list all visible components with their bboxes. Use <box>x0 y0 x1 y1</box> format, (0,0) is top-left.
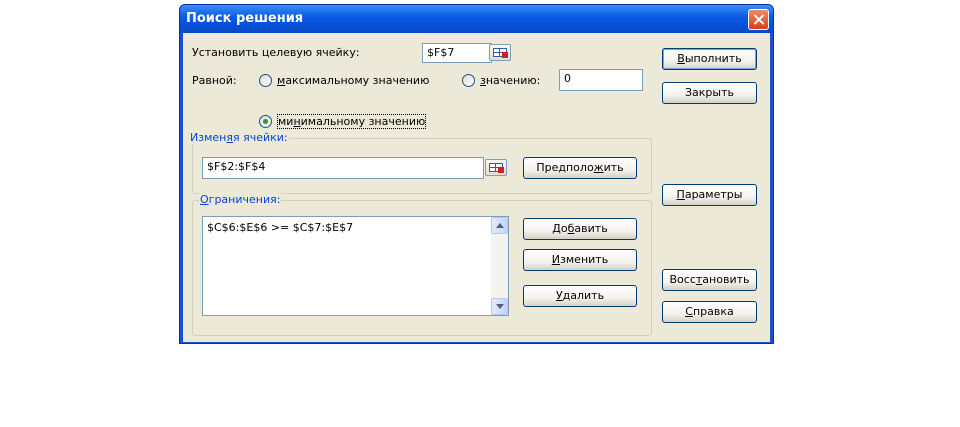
window-title: Поиск решения <box>186 11 304 26</box>
help-button[interactable]: Справка <box>662 301 757 323</box>
changing-cells-legend: Изменяя ячейки: <box>189 131 289 144</box>
scroll-down-icon[interactable] <box>491 298 508 315</box>
radio-max-label[interactable]: максимальному значению <box>277 74 429 87</box>
target-cell-collapse-icon[interactable] <box>489 44 511 61</box>
close-icon[interactable] <box>748 9 769 30</box>
reset-button[interactable]: Восстановить <box>662 269 757 291</box>
run-button[interactable]: Выполнить <box>662 48 757 70</box>
close-button[interactable]: Закрыть <box>662 82 757 104</box>
title-bar[interactable]: Поиск решения <box>180 5 773 33</box>
value-input[interactable]: 0 <box>559 69 643 91</box>
constraints-list[interactable]: $C$6:$E$6 >= $C$7:$E$7 <box>202 216 509 316</box>
radio-value-label[interactable]: значению: <box>480 74 540 87</box>
radio-value[interactable] <box>462 74 475 87</box>
parameters-button[interactable]: Параметры <box>662 184 757 206</box>
add-button[interactable]: Добавить <box>523 218 637 240</box>
change-button[interactable]: Изменить <box>523 249 637 271</box>
changing-cells-collapse-icon[interactable] <box>485 159 507 176</box>
radio-max[interactable] <box>259 74 272 87</box>
target-cell-label: Установить целевую ячейку: <box>192 46 360 59</box>
radio-min[interactable] <box>259 115 272 128</box>
changing-cells-input[interactable]: $F$2:$F$4 <box>202 157 484 179</box>
changing-cells-value: $F$2:$F$4 <box>207 160 266 173</box>
constraints-legend: Ограничения: <box>199 193 282 206</box>
guess-button[interactable]: Предположить <box>523 157 637 179</box>
radio-min-label[interactable]: минимальному значению <box>276 114 427 129</box>
target-cell-value: $F$7 <box>427 46 455 59</box>
solver-dialog: Поиск решения Установить целевую ячейку:… <box>179 4 774 344</box>
target-cell-input[interactable]: $F$7 <box>422 43 492 63</box>
equal-to-label: Равной: <box>192 74 237 87</box>
dialog-body: Установить целевую ячейку: $F$7 Равной: … <box>183 33 770 342</box>
constraints-scrollbar[interactable] <box>491 217 508 315</box>
scroll-up-icon[interactable] <box>491 217 508 234</box>
delete-button[interactable]: Удалить <box>523 285 637 307</box>
value-input-text: 0 <box>564 72 571 85</box>
constraint-item[interactable]: $C$6:$E$6 >= $C$7:$E$7 <box>207 221 353 234</box>
